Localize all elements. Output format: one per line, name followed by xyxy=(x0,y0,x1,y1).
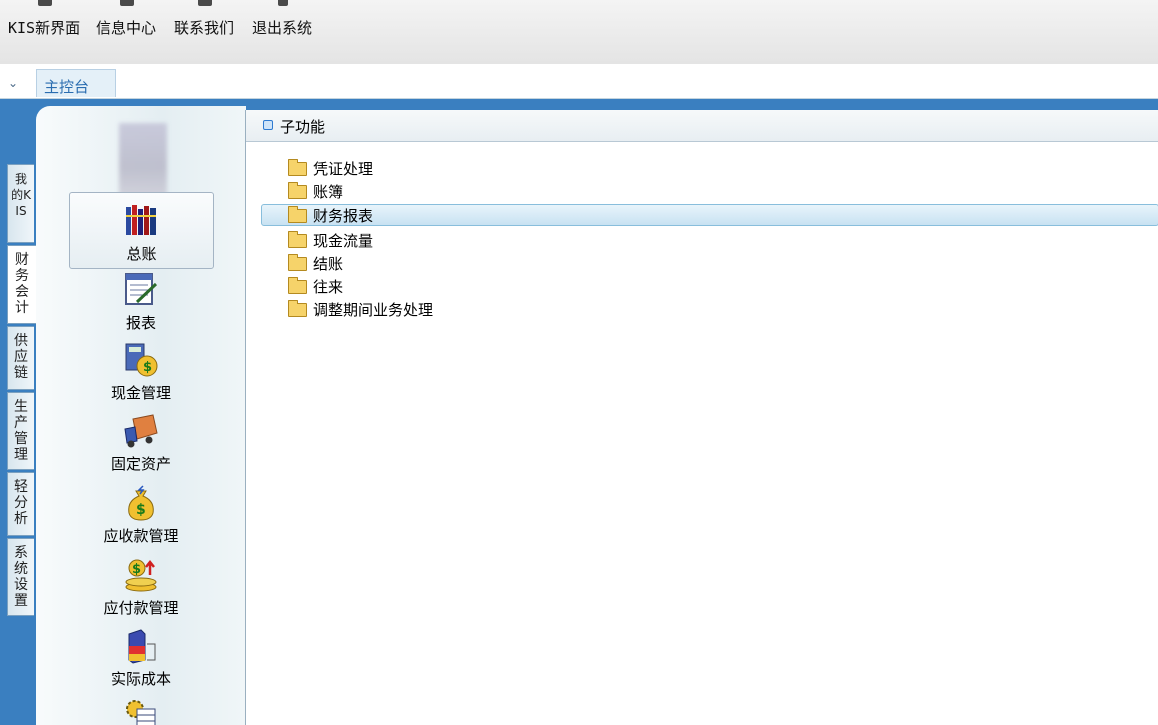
payment-stack-icon: $ xyxy=(123,557,159,593)
side-tab-supply-chain[interactable]: 供应链 xyxy=(7,326,34,390)
tree-item-cash-flow[interactable]: 现金流量 xyxy=(261,229,1158,251)
cash-calculator-icon: $ xyxy=(123,342,159,378)
top-toolbar: KIS新界面 信息中心 联系我们 退出系统 xyxy=(0,0,1158,64)
module-label: 总账 xyxy=(126,245,157,263)
tree-item-label: 账簿 xyxy=(313,183,344,201)
module-actual-cost[interactable]: 实际成本 xyxy=(71,628,211,689)
toolbar-label: 联系我们 xyxy=(174,19,235,37)
tree-item-label: 现金流量 xyxy=(313,232,374,250)
svg-text:$: $ xyxy=(143,360,152,375)
report-sheet-icon xyxy=(123,272,159,308)
tree-item-label: 凭证处理 xyxy=(313,160,374,178)
exit-icon xyxy=(278,0,288,6)
tree-item-closing[interactable]: 结账 xyxy=(261,252,1158,274)
toolbar-label: KIS新界面 xyxy=(8,19,81,37)
side-tab-finance[interactable]: 财务会计 xyxy=(7,245,36,324)
tree-item-label: 往来 xyxy=(313,278,344,296)
message-icon xyxy=(120,0,134,6)
side-tab-production[interactable]: 生产管理 xyxy=(7,392,34,470)
side-tab-label: 我的KIS xyxy=(11,172,31,218)
kis-new-ui-button[interactable]: KIS新界面 xyxy=(8,0,86,44)
ledger-books-icon xyxy=(124,203,160,239)
side-tab-light-analysis[interactable]: 轻分析 xyxy=(7,472,34,536)
grid-icon xyxy=(38,0,52,6)
module-label: 固定资产 xyxy=(110,455,171,473)
gear-sheet-icon xyxy=(123,699,159,725)
contact-us-button[interactable]: 联系我们 xyxy=(174,0,240,44)
module-receivables[interactable]: $ 应收款管理 xyxy=(71,485,211,546)
module-report[interactable]: 报表 xyxy=(71,272,211,333)
exit-system-button[interactable]: 退出系统 xyxy=(252,0,318,44)
tree-item-label: 财务报表 xyxy=(313,207,374,225)
cost-blocks-icon xyxy=(123,628,159,664)
chat-icon xyxy=(198,0,212,6)
tab-label: 主控台 xyxy=(44,78,90,96)
module-general-ledger[interactable]: 总账 xyxy=(69,192,214,269)
folder-icon xyxy=(288,300,307,317)
module-cash-management[interactable]: $ 现金管理 xyxy=(71,342,211,403)
info-center-button[interactable]: 信息中心 xyxy=(96,0,162,44)
module-label: 报表 xyxy=(125,314,156,332)
side-tab-label: 轻分析 xyxy=(14,479,28,527)
tab-strip: ⌄ 主控台 xyxy=(0,64,1158,100)
folder-icon xyxy=(288,254,307,271)
sub-function-header: 子功能 xyxy=(246,110,1158,142)
side-tab-label: 财务会计 xyxy=(15,252,29,316)
tree-item-financial-reports[interactable]: 财务报表 xyxy=(261,204,1158,226)
folder-icon xyxy=(288,231,307,248)
side-tab-label: 生产管理 xyxy=(14,399,28,463)
module-payables[interactable]: $ 应付款管理 xyxy=(71,557,211,618)
chevron-down-icon[interactable]: ⌄ xyxy=(8,77,18,89)
module-fixed-assets[interactable]: 固定资产 xyxy=(71,413,211,474)
sub-function-panel: 子功能 凭证处理 账簿 财务报表 现金流量 结账 往来 调整期间业务处理 xyxy=(245,110,1158,725)
folder-icon xyxy=(288,182,307,199)
module-more[interactable] xyxy=(71,699,211,725)
svg-text:$: $ xyxy=(136,502,146,518)
module-label: 应收款管理 xyxy=(103,527,179,545)
tree-item-ledger-books[interactable]: 账簿 xyxy=(261,180,1158,202)
folder-icon xyxy=(288,159,307,176)
svg-text:$: $ xyxy=(132,562,141,577)
money-bag-icon: $ xyxy=(123,485,159,521)
module-label: 应付款管理 xyxy=(103,599,179,617)
square-bullet-icon xyxy=(263,120,273,130)
tree-item-label: 结账 xyxy=(313,255,344,273)
tree-item-voucher[interactable]: 凭证处理 xyxy=(261,157,1158,179)
folder-icon xyxy=(288,277,307,294)
side-tab-label: 供应链 xyxy=(14,333,28,381)
tree-item-transactions[interactable]: 往来 xyxy=(261,275,1158,297)
tree-item-label: 调整期间业务处理 xyxy=(313,301,434,319)
side-tab-label: 系统设置 xyxy=(14,545,28,609)
delivery-truck-icon xyxy=(123,413,159,449)
module-label: 现金管理 xyxy=(110,384,171,402)
toolbar-label: 信息中心 xyxy=(96,19,157,37)
tab-main-console[interactable]: 主控台 xyxy=(36,69,116,97)
folder-open-icon xyxy=(288,206,307,223)
side-tab-system-settings[interactable]: 系统设置 xyxy=(7,538,34,616)
sub-function-title: 子功能 xyxy=(280,118,326,136)
module-label: 实际成本 xyxy=(110,670,171,688)
tree-item-period-adjustment[interactable]: 调整期间业务处理 xyxy=(261,298,1158,320)
toolbar-label: 退出系统 xyxy=(252,19,313,37)
side-tab-my-kis[interactable]: 我的KIS xyxy=(7,164,34,243)
